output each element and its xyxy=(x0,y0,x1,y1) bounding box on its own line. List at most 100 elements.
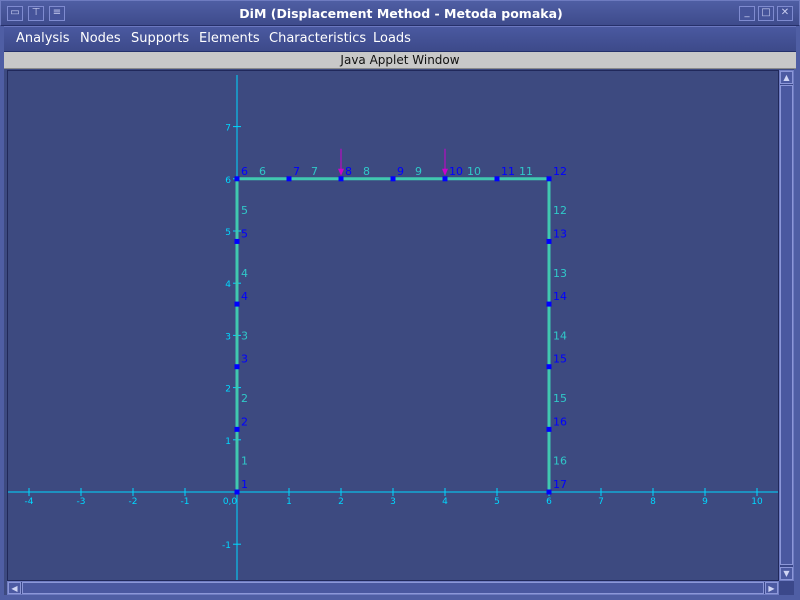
node-marker xyxy=(234,176,240,182)
minimize-icon[interactable]: _ xyxy=(739,6,755,21)
vertical-scrollbar[interactable]: ▲ ▼ xyxy=(779,70,794,581)
element-label: 11 xyxy=(519,165,533,178)
node-label: 3 xyxy=(241,353,248,366)
element-label: 13 xyxy=(553,267,567,280)
x-axis-tick-label: 3 xyxy=(390,497,396,507)
element-label: 9 xyxy=(415,165,422,178)
y-axis-tick-label: 5 xyxy=(225,228,231,238)
scrollbar-corner xyxy=(779,581,794,595)
applet-window-label: Java Applet Window xyxy=(4,52,796,69)
node-label: 14 xyxy=(553,290,567,303)
menu-bar: Analysis Nodes Supports Elements Charact… xyxy=(4,26,796,52)
y-axis-tick-label: 2 xyxy=(225,385,231,395)
y-axis-tick-label: 3 xyxy=(225,332,231,342)
node-label: 17 xyxy=(553,478,567,491)
element-label: 15 xyxy=(553,392,567,405)
x-axis-tick-label: 8 xyxy=(650,497,656,507)
x-axis-tick-label: 9 xyxy=(702,497,708,507)
node-marker xyxy=(546,301,552,307)
node-label: 5 xyxy=(241,227,248,240)
element-label: 7 xyxy=(311,165,318,178)
structure-plot[interactable]: -4 -3 -2 -1 0,0 1 2 3 4 5 6 7 8 9 10-11234567123456 7 8 9… xyxy=(8,71,779,581)
title-bar: DiM (Displacement Method - Metoda pomaka… xyxy=(0,0,800,26)
node-label: 2 xyxy=(241,415,248,428)
x-axis-tick-label: 6 xyxy=(546,497,552,507)
window-border-right xyxy=(794,26,800,600)
node-label: 13 xyxy=(553,227,567,240)
x-axis-tick-label: 2 xyxy=(338,497,344,507)
element-label: 16 xyxy=(553,455,567,468)
node-label: 10 xyxy=(449,165,463,178)
y-axis-tick-label: -1 xyxy=(222,541,231,551)
element-label: 5 xyxy=(241,204,248,217)
node-marker xyxy=(234,426,240,432)
node-label: 4 xyxy=(241,290,248,303)
system-menu-icon[interactable]: ▭ xyxy=(7,6,23,21)
node-label: 7 xyxy=(293,165,300,178)
menu-nodes[interactable]: Nodes xyxy=(80,27,121,51)
menu-analysis[interactable]: Analysis xyxy=(16,27,70,51)
node-marker xyxy=(234,364,240,370)
y-axis-tick-label: 4 xyxy=(225,280,231,290)
node-label: 8 xyxy=(345,165,352,178)
x-axis-tick-label: 5 xyxy=(494,497,500,507)
x-axis-tick-label: 0,0 xyxy=(223,497,238,507)
maximize-icon[interactable]: □ xyxy=(758,6,774,21)
x-axis-tick-label: -3 xyxy=(77,497,86,507)
element-label: 14 xyxy=(553,329,567,342)
element-label: 12 xyxy=(553,204,567,217)
element-label: 10 xyxy=(467,165,481,178)
node-label: 12 xyxy=(553,165,567,178)
node-marker xyxy=(546,364,552,370)
structure-canvas[interactable]: -4 -3 -2 -1 0,0 1 2 3 4 5 6 7 8 9 10 -1 1 2 3 4 5 6 7 1 2 3 4 5 6 7 8 9… xyxy=(7,70,779,581)
element-label: 3 xyxy=(241,329,248,342)
load-arrow-icon xyxy=(338,168,344,176)
element-label: 6 xyxy=(259,165,266,178)
node-marker xyxy=(234,238,240,244)
y-axis-tick-label: 7 xyxy=(225,124,231,134)
horizontal-scrollbar[interactable]: ◀ ▶ xyxy=(7,581,779,595)
node-marker xyxy=(494,176,500,182)
x-axis-tick-label: 4 xyxy=(442,497,448,507)
element-label: 1 xyxy=(241,455,248,468)
node-marker xyxy=(234,489,240,495)
node-label: 11 xyxy=(501,165,515,178)
y-axis-tick-label: 6 xyxy=(225,176,231,186)
node-marker xyxy=(234,301,240,307)
scroll-up-icon[interactable]: ▲ xyxy=(780,71,793,84)
window-title: DiM (Displacement Method - Metoda pomaka… xyxy=(239,6,563,21)
node-marker xyxy=(442,176,448,182)
scroll-left-icon[interactable]: ◀ xyxy=(8,582,21,594)
node-marker xyxy=(338,176,344,182)
scroll-down-icon[interactable]: ▼ xyxy=(780,567,793,580)
x-axis-tick-label: 7 xyxy=(598,497,604,507)
x-axis-tick-label: -2 xyxy=(129,497,138,507)
node-marker xyxy=(546,489,552,495)
node-label: 1 xyxy=(241,478,248,491)
scroll-right-icon[interactable]: ▶ xyxy=(765,582,778,594)
menu-characteristics[interactable]: Characteristics xyxy=(269,27,366,51)
menu-elements[interactable]: Elements xyxy=(199,27,260,51)
vertical-scroll-thumb[interactable] xyxy=(780,85,793,565)
menu-supports[interactable]: Supports xyxy=(131,27,189,51)
x-axis-tick-label: 10 xyxy=(751,497,763,507)
menu-loads[interactable]: Loads xyxy=(373,27,411,51)
node-label: 6 xyxy=(241,165,248,178)
x-axis-tick-label: -1 xyxy=(181,497,190,507)
element-label: 8 xyxy=(363,165,370,178)
pin-icon[interactable]: ⊤ xyxy=(28,6,44,21)
node-label: 16 xyxy=(553,415,567,428)
element-label: 4 xyxy=(241,267,248,280)
node-label: 15 xyxy=(553,353,567,366)
load-arrow-icon xyxy=(442,168,448,176)
x-axis-tick-label: -4 xyxy=(25,497,34,507)
horizontal-scroll-thumb[interactable] xyxy=(22,582,764,594)
close-icon[interactable]: ✕ xyxy=(777,6,793,21)
shade-icon[interactable]: ≡ xyxy=(49,6,65,21)
node-marker xyxy=(546,176,552,182)
y-axis-tick-label: 1 xyxy=(225,437,231,447)
x-axis-tick-label: 1 xyxy=(286,497,292,507)
node-marker xyxy=(286,176,292,182)
window-border-left xyxy=(0,26,4,600)
window-border-bottom xyxy=(0,595,800,600)
